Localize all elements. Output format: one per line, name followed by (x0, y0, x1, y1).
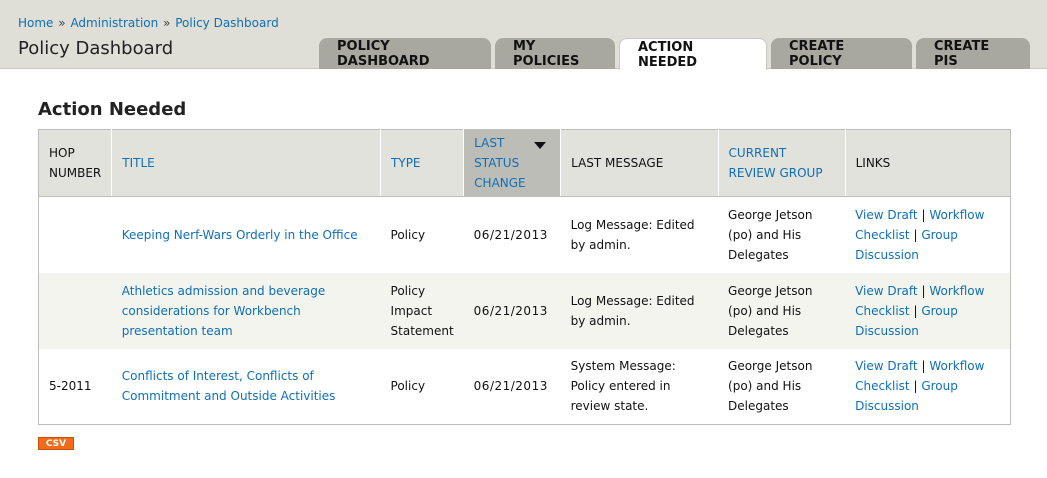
sort-by-last-status-change-link[interactable]: LAST STATUS CHANGE (474, 136, 525, 190)
date-cell: 06/21/2013 (463, 272, 561, 349)
review-group-cell: George Jetson (po) and His Delegates (718, 196, 846, 273)
tab-create-pis[interactable]: CREATE PIS (916, 38, 1030, 69)
sort-by-review-group-link[interactable]: CURRENT REVIEW GROUP (729, 146, 823, 180)
tab-policy-dashboard[interactable]: POLICY DASHBOARD (319, 38, 491, 69)
column-header-last-message: LAST MESSAGE (560, 129, 719, 197)
column-header-current-review-group: CURRENT REVIEW GROUP (718, 129, 846, 197)
column-header-type: TYPE (380, 129, 465, 197)
hop-number-cell: 5-2011 (38, 348, 112, 425)
column-header-title: TITLE (111, 129, 382, 197)
type-cell: Policy (380, 196, 464, 273)
page-heading: Action Needed (38, 99, 187, 120)
policy-title-link[interactable]: Conflicts of Interest, Conflicts of Comm… (122, 369, 336, 403)
title-cell: Keeping Nerf-Wars Orderly in the Office (111, 196, 381, 273)
policy-title-link[interactable]: Keeping Nerf-Wars Orderly in the Office (122, 228, 358, 242)
links-cell: View Draft | Workflow Checklist | Group … (845, 196, 1011, 273)
review-group-cell: George Jetson (po) and His Delegates (718, 272, 846, 349)
table-row: 5-2011 Conflicts of Interest, Conflicts … (38, 348, 1011, 425)
breadcrumb-separator: » (163, 16, 171, 30)
site-title: Policy Dashboard (18, 38, 174, 59)
date-cell: 06/21/2013 (463, 348, 561, 425)
hop-number-cell (38, 272, 112, 349)
breadcrumb-home-link[interactable]: Home (18, 16, 53, 30)
column-header-links: LINKS (845, 129, 1011, 197)
table-row: Athletics admission and beverage conside… (38, 272, 1011, 349)
message-cell: Log Message: Edited by admin. (560, 196, 719, 273)
breadcrumb-policy-dashboard-link[interactable]: Policy Dashboard (175, 16, 278, 30)
title-cell: Athletics admission and beverage conside… (111, 272, 381, 349)
view-draft-link[interactable]: View Draft (855, 359, 918, 373)
csv-export-button[interactable]: CSV (38, 437, 74, 450)
sort-descending-icon[interactable] (534, 142, 547, 149)
view-draft-link[interactable]: View Draft (855, 284, 918, 298)
breadcrumb-administration-link[interactable]: Administration (70, 16, 158, 30)
tab-create-policy[interactable]: CREATE POLICY (771, 38, 912, 69)
date-cell: 06/21/2013 (463, 196, 561, 273)
header-band: Home » Administration » Policy Dashboard… (0, 0, 1047, 70)
breadcrumb-separator: » (58, 16, 66, 30)
sort-by-title-link[interactable]: TITLE (122, 156, 154, 170)
message-cell: Log Message: Edited by admin. (560, 272, 719, 349)
tab-bar: POLICY DASHBOARD MY POLICIES ACTION NEED… (319, 38, 1030, 70)
sort-by-type-link[interactable]: TYPE (391, 156, 420, 170)
hop-number-cell (38, 196, 112, 273)
type-cell: Policy Impact Statement (380, 272, 464, 349)
links-cell: View Draft | Workflow Checklist | Group … (845, 348, 1011, 425)
policy-title-link[interactable]: Athletics admission and beverage conside… (122, 284, 325, 338)
action-needed-table: HOP NUMBER TITLE TYPE LAST STATUS CHANGE… (38, 129, 1011, 425)
message-cell: System Message: Policy entered in review… (560, 348, 719, 425)
table-header-row: HOP NUMBER TITLE TYPE LAST STATUS CHANGE… (38, 129, 1011, 197)
tab-action-needed[interactable]: ACTION NEEDED (619, 38, 767, 70)
review-group-cell: George Jetson (po) and His Delegates (718, 348, 846, 425)
breadcrumb: Home » Administration » Policy Dashboard (18, 16, 279, 30)
table-row: Keeping Nerf-Wars Orderly in the Office … (38, 196, 1011, 273)
column-header-hop-number: HOP NUMBER (38, 129, 113, 197)
tab-my-policies[interactable]: MY POLICIES (495, 38, 615, 69)
column-header-last-status-change: LAST STATUS CHANGE (463, 129, 562, 197)
type-cell: Policy (380, 348, 464, 425)
links-cell: View Draft | Workflow Checklist | Group … (845, 272, 1011, 349)
view-draft-link[interactable]: View Draft (855, 208, 918, 222)
title-cell: Conflicts of Interest, Conflicts of Comm… (111, 348, 381, 425)
